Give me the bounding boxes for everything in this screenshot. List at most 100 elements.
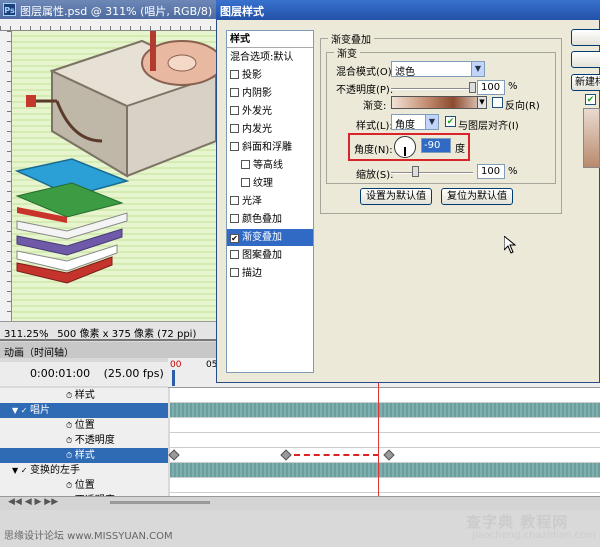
opacity-input[interactable]: 100 — [477, 80, 505, 95]
timeline-row-label-area[interactable]: ▼ ✓ 唱片 — [0, 403, 168, 418]
angle-unit: 度 — [455, 144, 465, 155]
checkbox-icon[interactable] — [241, 178, 250, 187]
timeline-track[interactable] — [170, 478, 600, 493]
timeline-property-row[interactable]: ⏱ 不透明度 — [0, 433, 600, 448]
scale-slider-thumb[interactable] — [412, 166, 419, 177]
style-item[interactable]: 斜面和浮雕 — [227, 139, 313, 156]
timeline-track[interactable] — [170, 388, 600, 403]
cancel-button[interactable] — [571, 51, 600, 68]
zoom-slider[interactable] — [110, 501, 210, 504]
blend-mode-select[interactable]: 滤色 ▼ — [391, 61, 485, 78]
angle-input[interactable]: -90 — [421, 138, 451, 153]
timeline-property-row[interactable]: ⏱ 样式 — [0, 448, 600, 463]
checkbox-icon[interactable]: ✔ — [230, 234, 239, 243]
checkbox-icon[interactable] — [230, 124, 239, 133]
ruler-label-start: 00 — [170, 360, 182, 370]
keyframe-icon[interactable] — [168, 449, 180, 461]
zoom-level[interactable]: 311.25% — [4, 329, 49, 340]
gradient-style-select[interactable]: 角度 ▼ — [391, 114, 439, 131]
timeline-controls-bar: ◀◀ ◀ ▶ ▶▶ — [0, 496, 600, 510]
keyframe-icon[interactable] — [280, 449, 292, 461]
mouse-pointer-icon — [503, 234, 517, 257]
document-titlebar[interactable]: 图层属性.psd @ 311% (唱片, RGB/8) — [0, 0, 216, 19]
expand-arrow-icon[interactable]: ▼ ✓ — [12, 406, 30, 415]
timeline-property-row[interactable]: ⏱ 样式 — [0, 388, 600, 403]
dialog-titlebar[interactable]: 图层样式 — [216, 0, 600, 20]
work-area-start-marker[interactable] — [172, 370, 175, 386]
checkbox-icon[interactable] — [241, 160, 250, 169]
gradient-dropdown-icon[interactable]: ▼ — [477, 96, 487, 109]
photoshop-app-icon: Ps — [3, 3, 16, 16]
checkbox-icon[interactable] — [230, 142, 239, 151]
opacity-percent: % — [508, 81, 518, 92]
style-list-header[interactable]: 样式 — [227, 31, 313, 48]
checkbox-icon[interactable] — [230, 70, 239, 79]
preview-checkbox[interactable]: ✔ — [585, 94, 596, 105]
style-item[interactable]: 纹理 — [227, 175, 313, 192]
timeline-row-label-area[interactable]: ⏱ 样式 — [0, 388, 168, 403]
expand-arrow-icon[interactable]: ▼ ✓ — [12, 466, 30, 475]
timeline-property-row[interactable]: ⏱ 位置 — [0, 478, 600, 493]
checkbox-icon[interactable] — [230, 268, 239, 277]
timeline-row-label-area[interactable]: ⏱ 位置 — [0, 478, 168, 493]
checkbox-icon[interactable] — [230, 214, 239, 223]
timeline-layer-row[interactable]: ▼ ✓ 变换的左手 — [0, 463, 600, 478]
opacity-slider-thumb[interactable] — [469, 82, 476, 93]
blend-options-item[interactable]: 混合选项:默认 — [227, 49, 313, 66]
style-item[interactable]: 描边 — [227, 265, 313, 282]
reset-default-button[interactable]: 复位为默认值 — [441, 188, 513, 205]
gradient-style-value: 角度 — [395, 120, 415, 131]
timeline-tab[interactable]: 动画（时间轴） — [0, 342, 216, 359]
opacity-slider-track[interactable] — [391, 88, 473, 90]
timeline-row-label: 位置 — [74, 420, 95, 431]
timeline-layer-row[interactable]: ▼ ✓ 唱片 — [0, 403, 600, 418]
new-style-button[interactable]: 新建样 — [571, 74, 600, 91]
stopwatch-icon[interactable]: ⏱ — [66, 436, 75, 445]
style-item[interactable]: 光泽 — [227, 193, 313, 210]
timeline-track[interactable] — [168, 448, 600, 463]
style-item[interactable]: 内发光 — [227, 121, 313, 138]
checkbox-icon[interactable] — [230, 88, 239, 97]
timeline-track[interactable] — [170, 433, 600, 448]
style-item[interactable]: ✔ 渐变叠加 — [227, 229, 313, 246]
checkbox-icon[interactable] — [230, 106, 239, 115]
timeline-row-label: 不透明度 — [74, 435, 115, 446]
style-item[interactable]: 颜色叠加 — [227, 211, 313, 228]
vertical-ruler — [0, 31, 12, 321]
style-item[interactable]: 等高线 — [227, 157, 313, 174]
style-item-label: 描边 — [242, 268, 262, 279]
style-item[interactable]: 外发光 — [227, 103, 313, 120]
timeline-track[interactable] — [170, 418, 600, 433]
scale-percent: % — [508, 166, 518, 177]
timeline-row-label-area[interactable]: ⏱ 不透明度 — [0, 433, 168, 448]
timeline-row-label-area[interactable]: ⏱ 样式 — [0, 448, 168, 463]
document-canvas[interactable] — [12, 31, 216, 321]
timeline-property-row[interactable]: ⏱ 位置 — [0, 418, 600, 433]
make-default-button[interactable]: 设置为默认值 — [360, 188, 432, 205]
timeline-track[interactable] — [170, 403, 600, 418]
stopwatch-icon[interactable]: ⏱ — [66, 421, 75, 430]
ok-button[interactable] — [571, 29, 600, 46]
playback-controls-icon[interactable]: ◀◀ ◀ ▶ ▶▶ — [8, 497, 58, 507]
scale-input[interactable]: 100 — [477, 164, 505, 179]
checkbox-icon[interactable] — [230, 196, 239, 205]
timeline-track[interactable] — [170, 463, 600, 478]
reverse-checkbox[interactable] — [492, 97, 503, 108]
checkbox-icon[interactable] — [230, 250, 239, 259]
stopwatch-icon[interactable]: ⏱ — [66, 451, 75, 460]
style-item[interactable]: 投影 — [227, 67, 313, 84]
gradient-swatch[interactable] — [391, 96, 487, 109]
style-item[interactable]: 内阴影 — [227, 85, 313, 102]
keyframe-arrow-icon — [293, 454, 379, 456]
scale-slider-track[interactable] — [391, 172, 473, 174]
timeline-row-label-area[interactable]: ▼ ✓ 变换的左手 — [0, 463, 168, 478]
reverse-label: 反向(R) — [505, 101, 540, 112]
keyframe-icon[interactable] — [383, 449, 395, 461]
stopwatch-icon[interactable]: ⏱ — [66, 481, 75, 490]
stopwatch-icon[interactable]: ⏱ — [66, 391, 75, 400]
angle-dial-needle — [404, 147, 406, 156]
timeline-row-label-area[interactable]: ⏱ 位置 — [0, 418, 168, 433]
align-layer-checkbox[interactable]: ✔ — [445, 116, 456, 127]
style-item[interactable]: 图案叠加 — [227, 247, 313, 264]
style-item-label: 等高线 — [253, 160, 283, 171]
